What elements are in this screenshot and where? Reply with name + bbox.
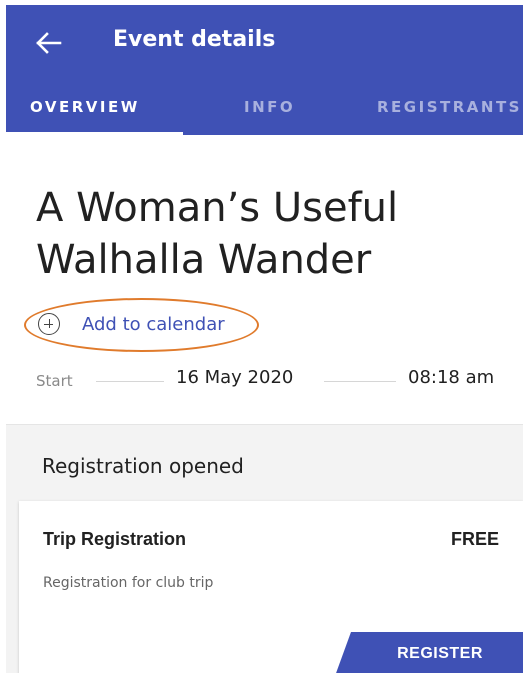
registration-status: Registration opened bbox=[42, 454, 244, 478]
register-button[interactable]: REGISTER bbox=[335, 632, 523, 673]
registration-card: Trip Registration FREE Registration for … bbox=[19, 501, 523, 673]
tab-active-indicator bbox=[6, 132, 183, 135]
toolbar: Event details bbox=[6, 5, 523, 80]
card-price: FREE bbox=[450, 529, 499, 549]
start-time: 08:18 am bbox=[408, 367, 495, 388]
add-to-calendar-button[interactable]: Add to calendar bbox=[38, 309, 225, 339]
card-title: Trip Registration bbox=[43, 529, 187, 549]
start-label: Start bbox=[36, 372, 73, 390]
tab-registrants[interactable]: REGISTRANTS bbox=[377, 98, 522, 116]
arrow-left-icon[interactable] bbox=[34, 31, 62, 55]
divider bbox=[324, 381, 396, 382]
start-row: Start 16 May 2020 08:18 am bbox=[0, 362, 523, 398]
plus-circle-icon bbox=[38, 313, 60, 335]
card-description: Registration for club trip bbox=[43, 575, 214, 591]
tab-overview[interactable]: OVERVIEW bbox=[30, 98, 140, 116]
tab-info[interactable]: INFO bbox=[244, 98, 295, 116]
app-bar: Event details OVERVIEW INFO REGISTRANTS bbox=[6, 5, 523, 135]
add-to-calendar-label: Add to calendar bbox=[82, 313, 225, 335]
page-title: Event details bbox=[113, 27, 276, 52]
registration-section: Registration opened Trip Registration FR… bbox=[6, 424, 523, 673]
tab-bar: OVERVIEW INFO REGISTRANTS bbox=[6, 80, 523, 135]
event-title: A Woman’s Useful Walhalla Wander bbox=[36, 185, 399, 283]
start-date: 16 May 2020 bbox=[176, 367, 294, 388]
divider bbox=[96, 381, 164, 382]
